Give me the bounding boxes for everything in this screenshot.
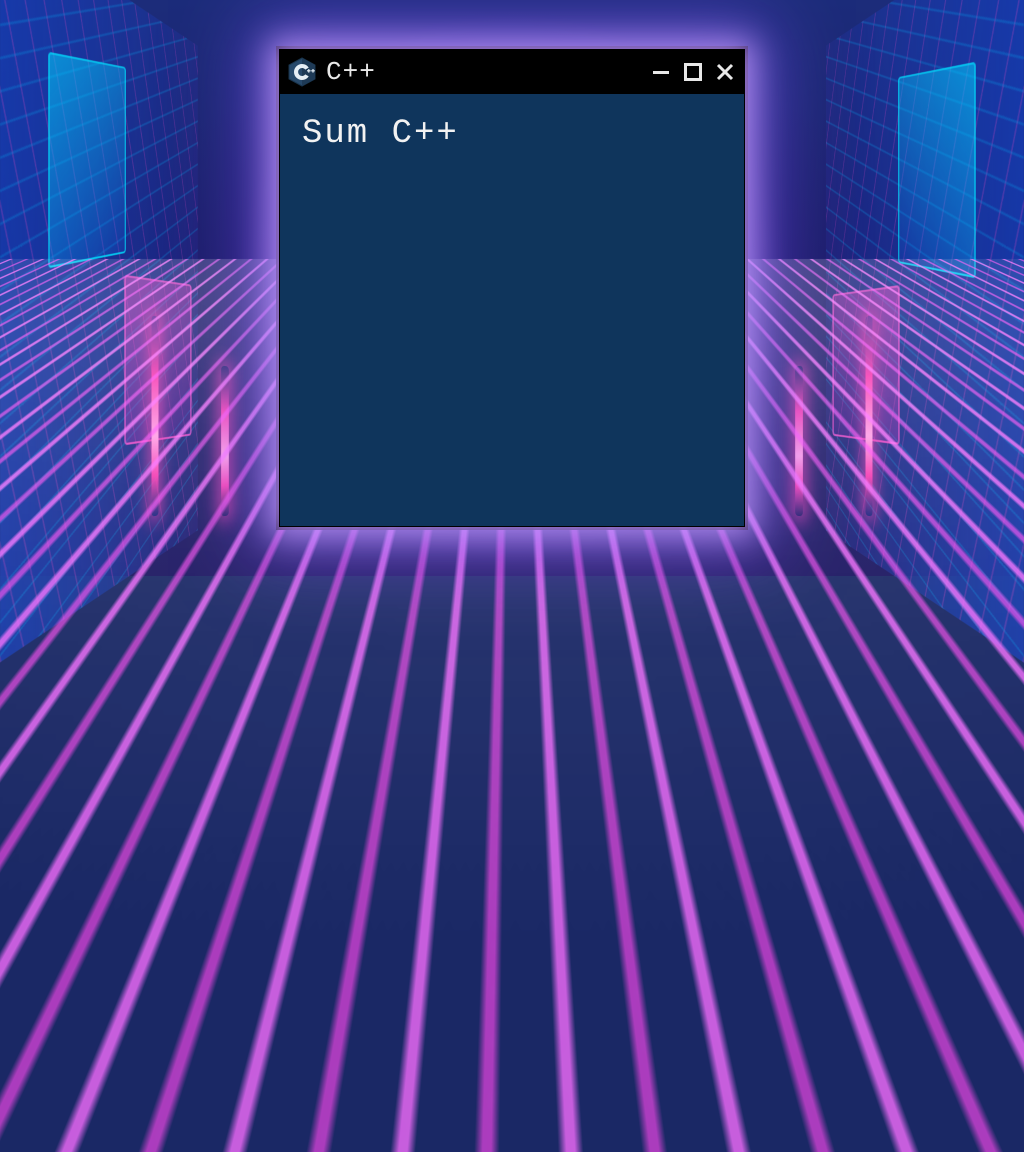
neon-panel [898,62,976,279]
window-titlebar[interactable]: C++ [280,50,744,94]
terminal-window: C++ Sum C++ [279,49,745,527]
cpp-logo-icon [288,57,316,87]
minimize-icon [651,62,671,82]
terminal-body[interactable]: Sum C++ [280,94,744,526]
window-title: C++ [326,57,640,87]
terminal-line: Sum C++ [302,116,722,153]
maximize-icon [683,62,703,82]
window-controls [650,61,736,83]
minimize-button[interactable] [650,61,672,83]
maximize-button[interactable] [682,61,704,83]
neon-panel [48,52,126,269]
close-icon [715,62,735,82]
close-button[interactable] [714,61,736,83]
